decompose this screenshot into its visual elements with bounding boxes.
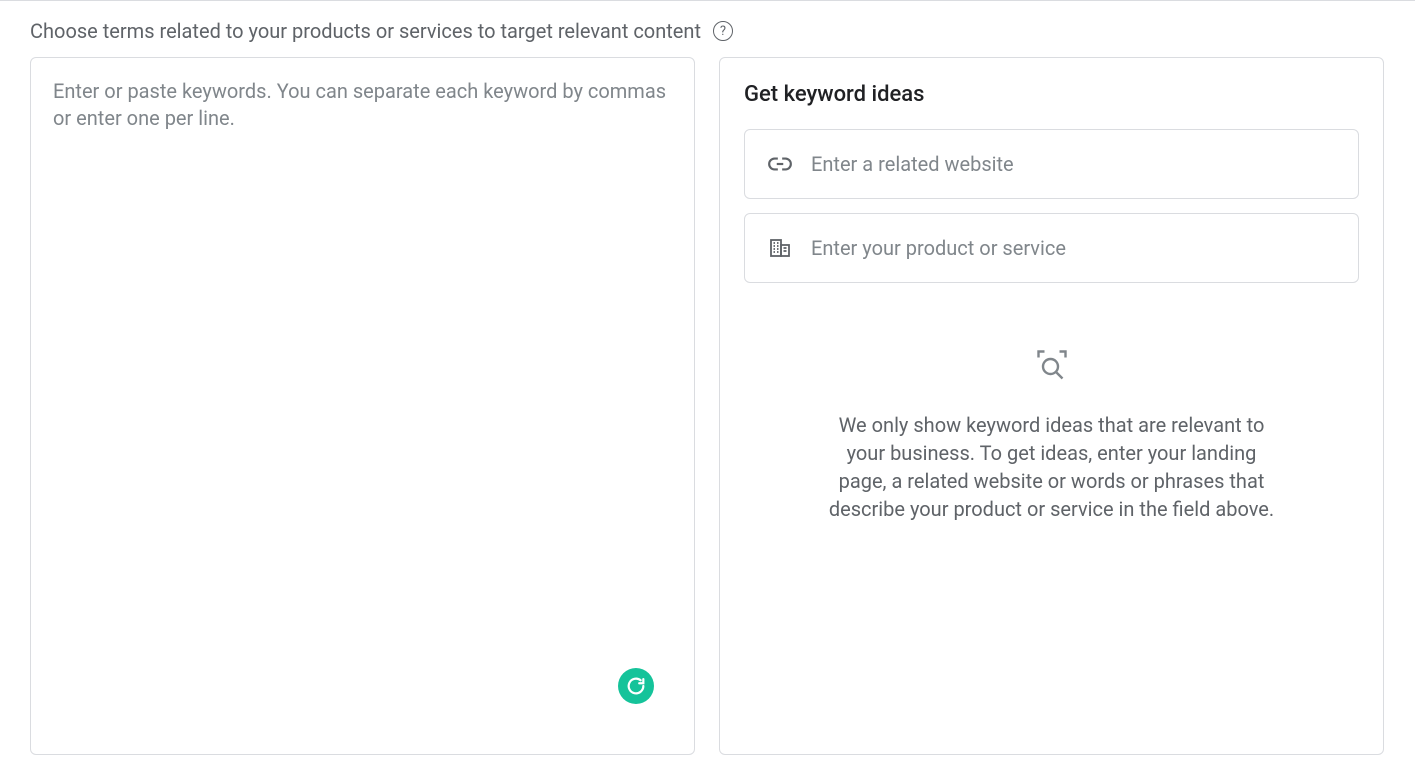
- empty-message: We only show keyword ideas that are rele…: [824, 411, 1279, 523]
- keywords-panel: [30, 57, 695, 755]
- help-icon[interactable]: ?: [713, 21, 733, 41]
- ideas-panel: Get keyword ideas: [719, 57, 1384, 755]
- ideas-title: Get keyword ideas: [744, 82, 1359, 107]
- keywords-input[interactable]: [53, 78, 672, 734]
- instruction-header: Choose terms related to your products or…: [0, 1, 1415, 57]
- empty-state: We only show keyword ideas that are rele…: [744, 347, 1359, 523]
- product-input-row[interactable]: [744, 213, 1359, 283]
- search-scan-icon: [1034, 347, 1070, 383]
- instruction-text: Choose terms related to your products or…: [30, 19, 701, 43]
- building-icon: [767, 235, 793, 261]
- panels-container: Get keyword ideas: [0, 57, 1415, 755]
- website-input-row[interactable]: [744, 129, 1359, 199]
- product-input[interactable]: [811, 236, 1336, 260]
- website-input[interactable]: [811, 152, 1336, 176]
- grammarly-icon[interactable]: [618, 668, 654, 704]
- link-icon: [767, 151, 793, 177]
